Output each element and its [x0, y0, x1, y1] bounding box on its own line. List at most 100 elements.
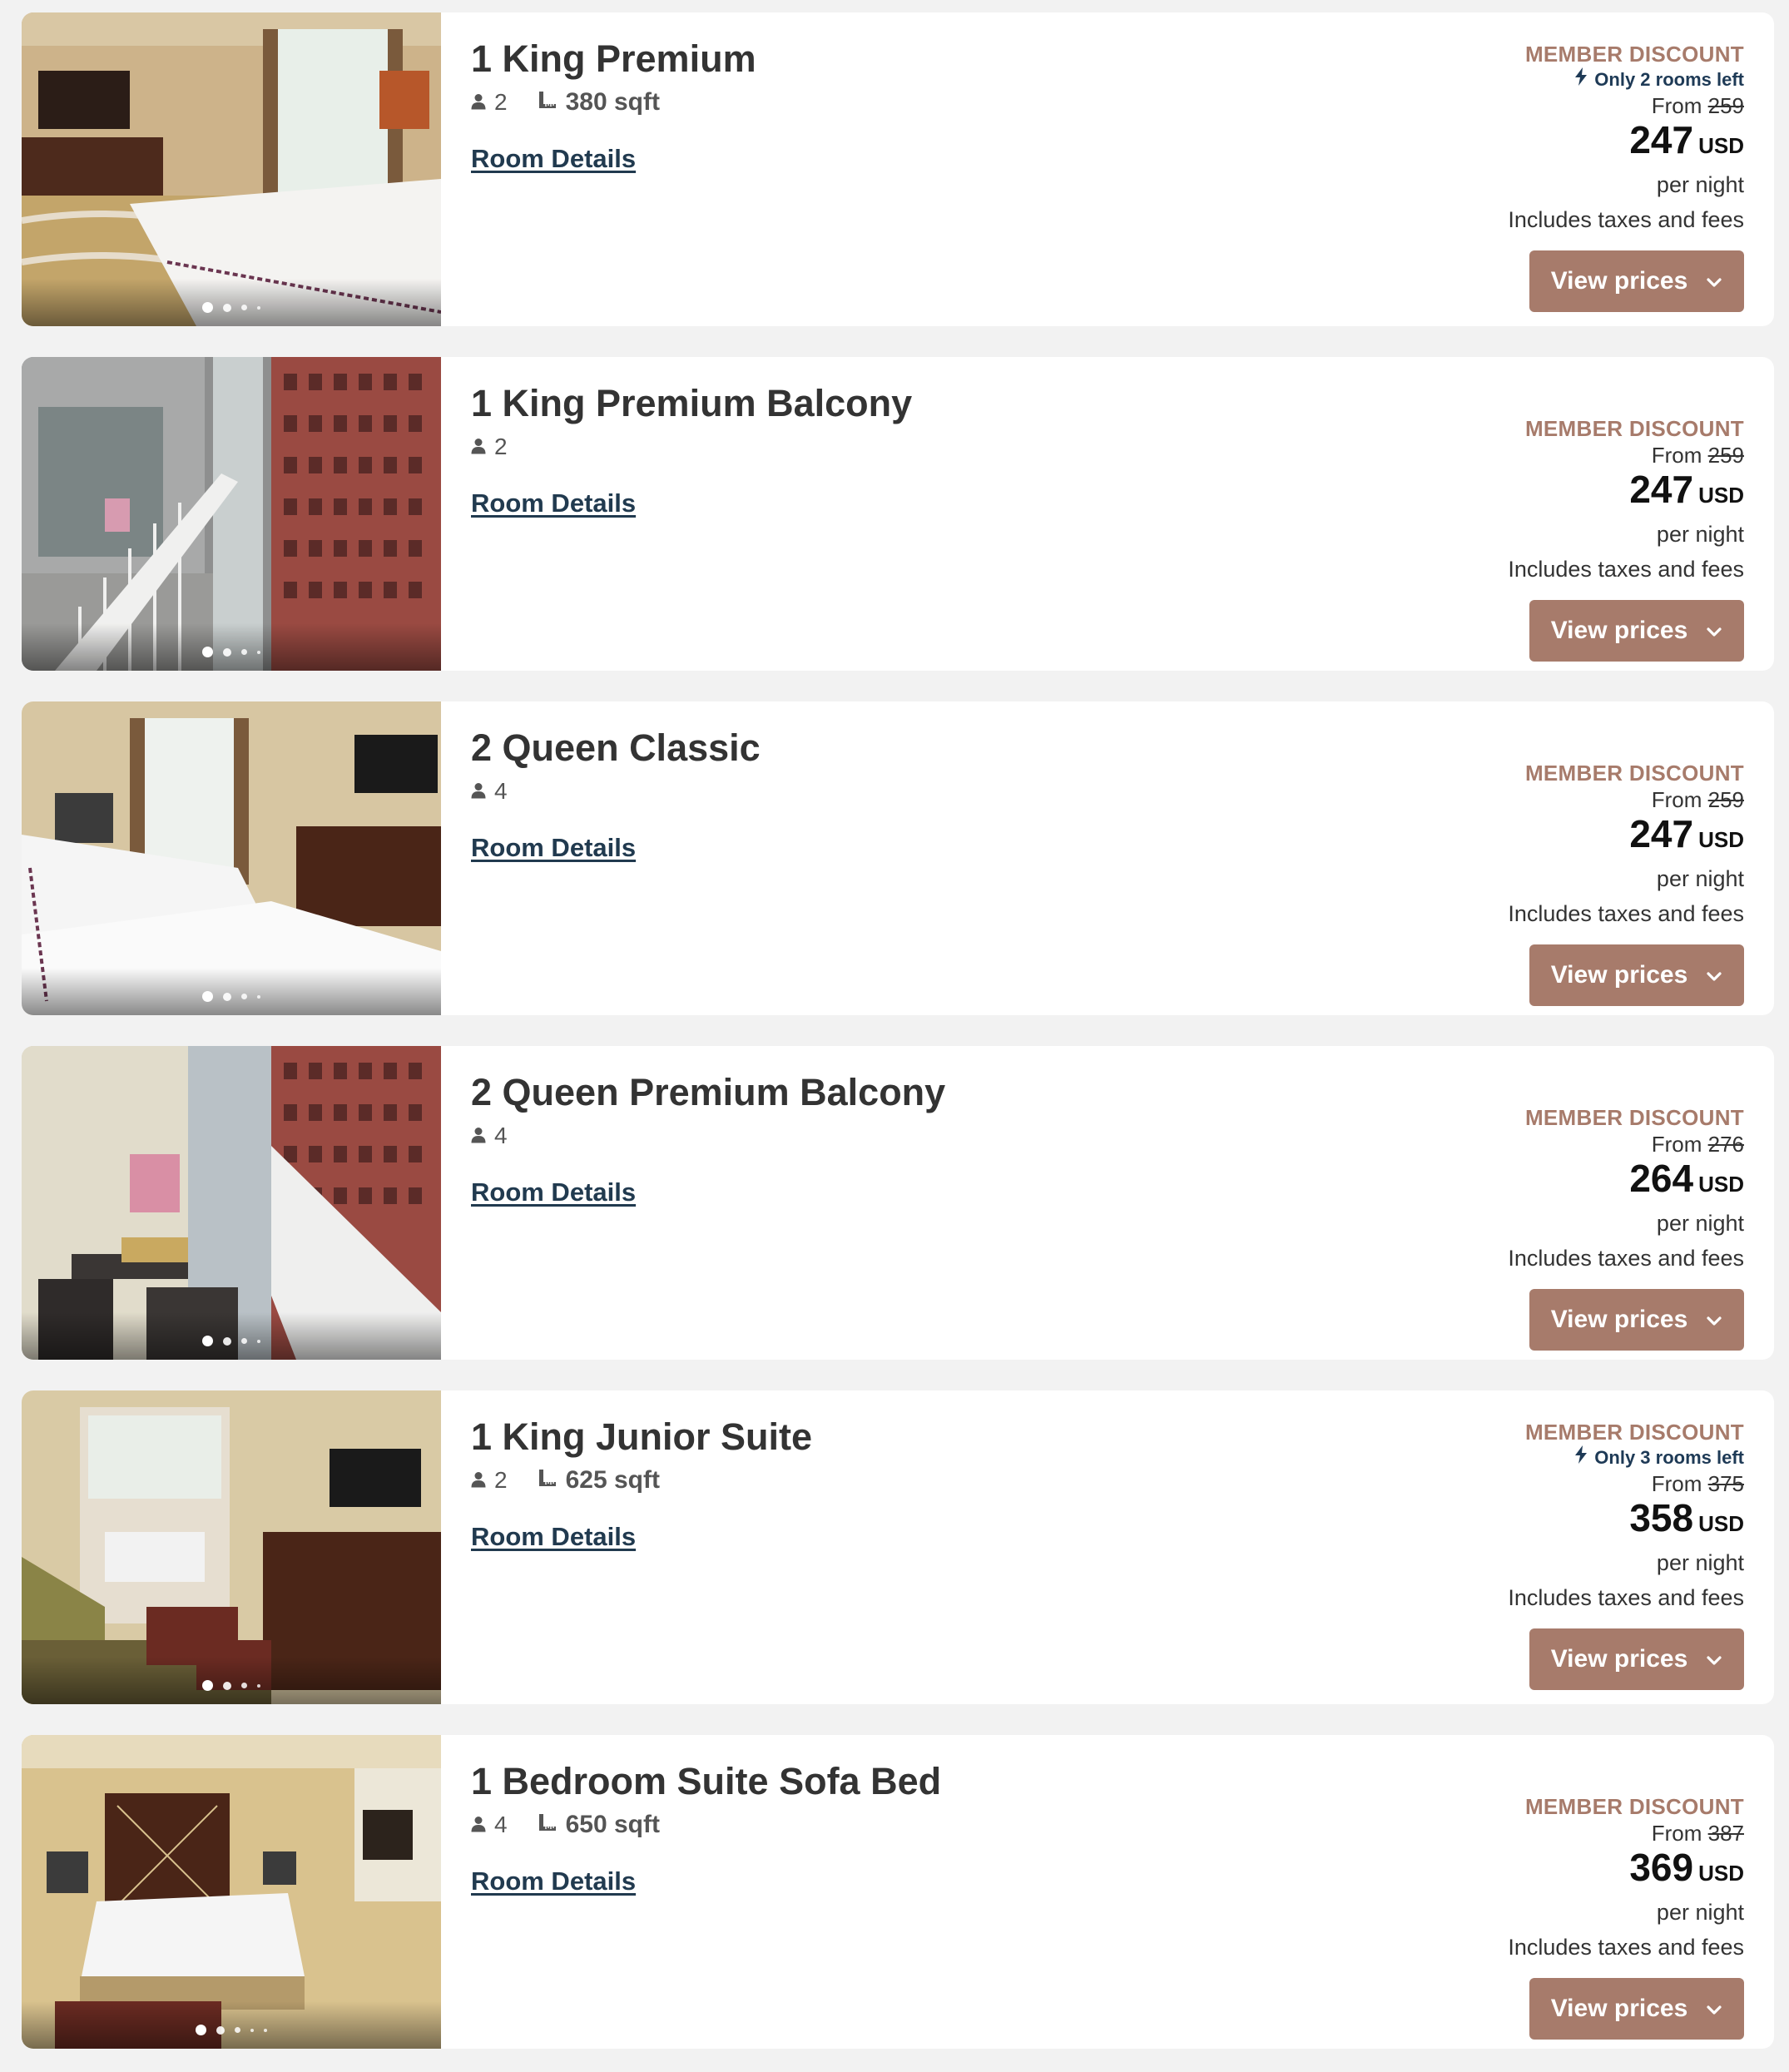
carousel-dot[interactable]	[264, 2028, 267, 2032]
room-photo-carousel[interactable]	[22, 12, 441, 326]
room-photo-carousel[interactable]	[22, 1046, 441, 1360]
from-label: From	[1651, 1821, 1702, 1846]
carousel-dot[interactable]	[235, 2027, 240, 2033]
person-icon	[471, 778, 494, 805]
member-discount-label: MEMBER DISCOUNT	[1524, 1105, 1744, 1130]
carousel-dot[interactable]	[202, 647, 213, 657]
from-label: From	[1651, 1471, 1702, 1496]
carousel-dot[interactable]	[257, 1339, 260, 1343]
room-details-link[interactable]: Room Details	[471, 833, 636, 863]
room-title: 2 Queen Classic	[471, 726, 761, 769]
strikethrough-price: 259	[1707, 787, 1744, 812]
carousel-indicators	[22, 991, 441, 1002]
price-panel: MEMBER DISCOUNT From 387 369 USD per nigh…	[1395, 1793, 1744, 2040]
carousel-dot[interactable]	[250, 2028, 254, 2032]
carousel-dot[interactable]	[223, 647, 231, 657]
view-prices-button[interactable]: View prices	[1529, 250, 1744, 312]
carousel-dot[interactable]	[196, 2025, 206, 2035]
price-panel: MEMBER DISCOUNT Only 2 rooms left From 2…	[1395, 41, 1744, 312]
original-price: From 375	[1395, 1470, 1744, 1497]
strikethrough-price: 259	[1707, 93, 1744, 118]
carousel-dot[interactable]	[223, 303, 231, 312]
taxes-note: Includes taxes and fees	[1508, 207, 1744, 232]
guest-count: 2	[494, 1466, 508, 1493]
price-currency: USD	[1698, 1172, 1744, 1197]
room-photo-carousel[interactable]	[22, 357, 441, 671]
room-details-link[interactable]: Room Details	[471, 1177, 636, 1207]
discounted-price: 369 USD	[1395, 1846, 1744, 1898]
ruler-icon	[538, 1812, 566, 1838]
carousel-dot[interactable]	[223, 1336, 231, 1346]
price-currency: USD	[1698, 1511, 1744, 1536]
room-photo-image	[22, 1735, 441, 2049]
strikethrough-price: 259	[1707, 443, 1744, 468]
room-photo-carousel[interactable]	[22, 1735, 441, 2049]
carousel-dot[interactable]	[257, 994, 260, 999]
view-prices-button[interactable]: View prices	[1529, 1978, 1744, 2040]
guest-count: 2	[494, 88, 508, 115]
view-prices-label: View prices	[1550, 961, 1688, 989]
person-icon	[471, 89, 494, 116]
room-title: 1 King Junior Suite	[471, 1415, 813, 1458]
person-icon	[471, 1812, 494, 1838]
from-label: From	[1651, 443, 1702, 468]
room-details-link[interactable]: Room Details	[471, 144, 636, 174]
room-details-link[interactable]: Room Details	[471, 1522, 636, 1552]
room-title: 2 Queen Premium Balcony	[471, 1071, 946, 1113]
view-prices-button[interactable]: View prices	[1529, 600, 1744, 662]
price-amount: 264	[1629, 1157, 1694, 1200]
guest-count: 2	[494, 433, 508, 459]
member-discount-label: MEMBER DISCOUNT	[1524, 1794, 1744, 1819]
per-night-label: per night	[1656, 522, 1744, 547]
room-guests: 2	[471, 89, 508, 116]
carousel-indicators	[22, 2025, 441, 2035]
taxes-note: Includes taxes and fees	[1508, 901, 1744, 926]
room-title: 1 King Premium	[471, 37, 756, 80]
carousel-dot[interactable]	[216, 2025, 225, 2035]
room-details-link[interactable]: Room Details	[471, 488, 636, 518]
carousel-dot[interactable]	[202, 991, 213, 1002]
carousel-dot[interactable]	[257, 1683, 260, 1688]
per-night-label: per night	[1656, 1550, 1744, 1575]
carousel-dot[interactable]	[241, 1683, 247, 1688]
carousel-dot[interactable]	[241, 649, 247, 655]
carousel-dot[interactable]	[223, 992, 231, 1001]
view-prices-button[interactable]: View prices	[1529, 1289, 1744, 1351]
room-guests: 4	[471, 1123, 508, 1149]
view-prices-label: View prices	[1550, 1645, 1688, 1673]
carousel-dot[interactable]	[202, 1336, 213, 1346]
rooms-left-text: Only 3 rooms left	[1594, 1447, 1744, 1468]
lightning-icon	[1574, 67, 1594, 92]
taxes-note: Includes taxes and fees	[1508, 1246, 1744, 1271]
carousel-dot[interactable]	[202, 302, 213, 313]
view-prices-button[interactable]: View prices	[1529, 944, 1744, 1006]
room-photo-image	[22, 1390, 441, 1704]
carousel-dot[interactable]	[257, 650, 260, 654]
room-photo-carousel[interactable]	[22, 701, 441, 1015]
strikethrough-price: 387	[1707, 1821, 1744, 1846]
price-amount: 247	[1629, 118, 1694, 161]
discounted-price: 247 USD	[1395, 468, 1744, 520]
room-size: 625 sqft	[538, 1466, 660, 1495]
carousel-dot[interactable]	[241, 994, 247, 999]
room-photo-image	[22, 701, 441, 1015]
room-info: 1 King Premium 2 380 sqft Room Details	[471, 37, 756, 174]
carousel-dot[interactable]	[257, 305, 260, 310]
chevron-down-icon	[1687, 1645, 1722, 1673]
room-details-link[interactable]: Room Details	[471, 1866, 636, 1896]
room-info: 2 Queen Classic 4 Room Details	[471, 726, 761, 863]
member-discount-label: MEMBER DISCOUNT	[1524, 416, 1744, 441]
room-photo-image	[22, 12, 441, 326]
carousel-dot[interactable]	[202, 1680, 213, 1691]
carousel-dot[interactable]	[241, 305, 247, 310]
view-prices-button[interactable]: View prices	[1529, 1628, 1744, 1690]
room-card: 2 Queen Classic 4 Room Details MEMBER DI…	[22, 701, 1774, 1015]
room-size-text: 380 sqft	[565, 87, 660, 116]
carousel-dot[interactable]	[241, 1338, 247, 1344]
room-meta: 2 380 sqft	[471, 86, 756, 119]
carousel-dot[interactable]	[223, 1681, 231, 1690]
room-card: 1 Bedroom Suite Sofa Bed 4 650 sqft Room…	[22, 1735, 1774, 2049]
original-price: From 387	[1395, 1820, 1744, 1846]
discounted-price: 358 USD	[1395, 1497, 1744, 1549]
room-photo-carousel[interactable]	[22, 1390, 441, 1704]
